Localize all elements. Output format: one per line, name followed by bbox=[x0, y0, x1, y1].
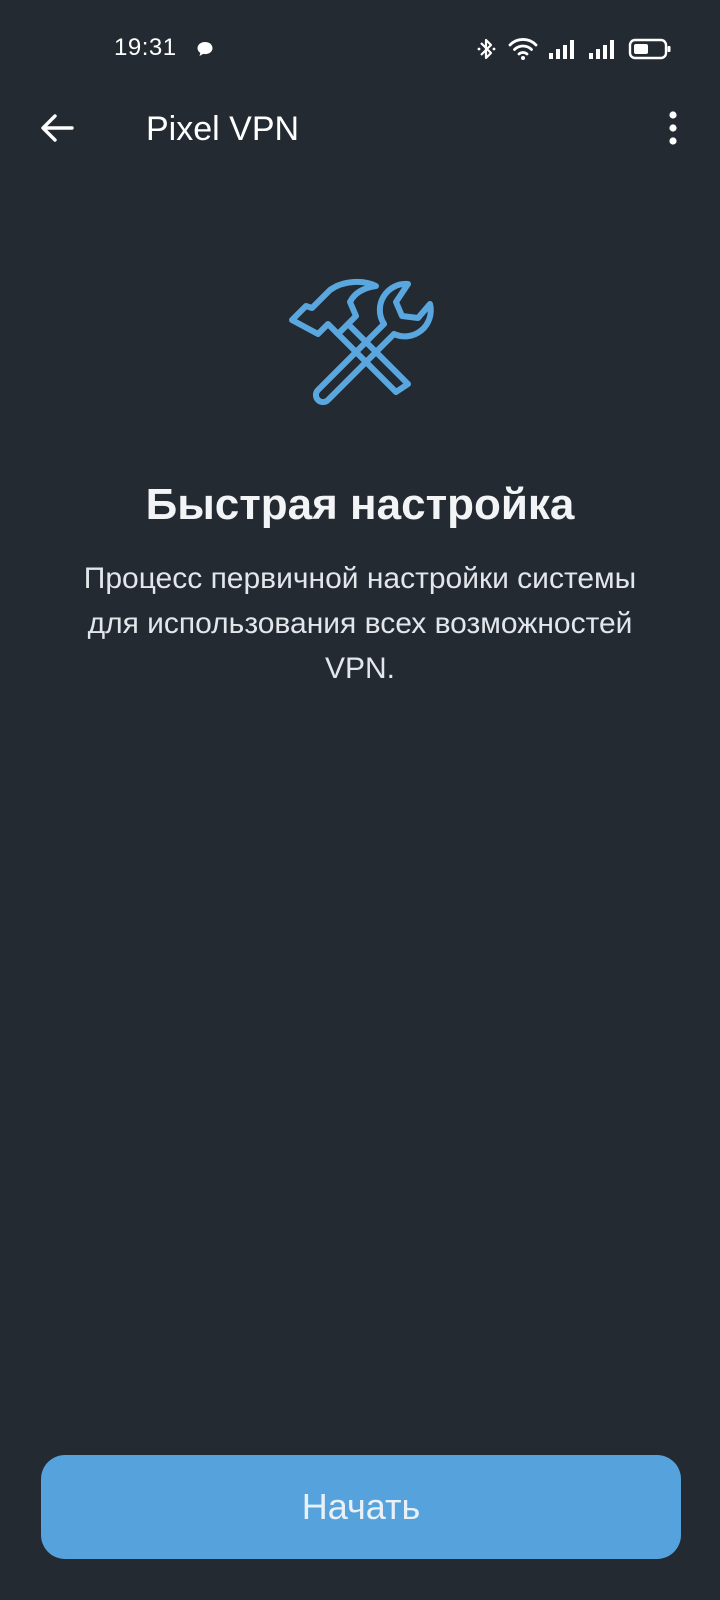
setup-description: Процесс первичной настройки системы для … bbox=[83, 562, 637, 685]
status-time: 19:31 bbox=[114, 34, 177, 61]
back-button[interactable] bbox=[34, 107, 80, 153]
wifi-icon bbox=[508, 37, 538, 61]
start-button[interactable]: Начать bbox=[41, 1455, 681, 1559]
setup-title: Быстрая настройка bbox=[145, 480, 575, 529]
signal-icon bbox=[588, 38, 618, 60]
arrow-left-icon bbox=[39, 112, 75, 149]
chat-bubble-icon bbox=[196, 40, 214, 58]
status-icons bbox=[476, 34, 672, 64]
hammer-wrench-icon bbox=[272, 272, 448, 412]
signal-icon bbox=[548, 38, 578, 60]
more-options-button[interactable] bbox=[650, 107, 696, 153]
app-bar: Pixel VPN bbox=[0, 95, 720, 165]
setup-screen: 19:31 Pixel VPN Быстрая настройка Процес… bbox=[0, 0, 720, 1600]
app-title: Pixel VPN bbox=[146, 110, 300, 148]
battery-icon bbox=[628, 37, 672, 61]
bluetooth-icon bbox=[476, 36, 498, 62]
more-vert-icon bbox=[668, 110, 678, 150]
status-bar: 19:31 bbox=[0, 0, 720, 100]
